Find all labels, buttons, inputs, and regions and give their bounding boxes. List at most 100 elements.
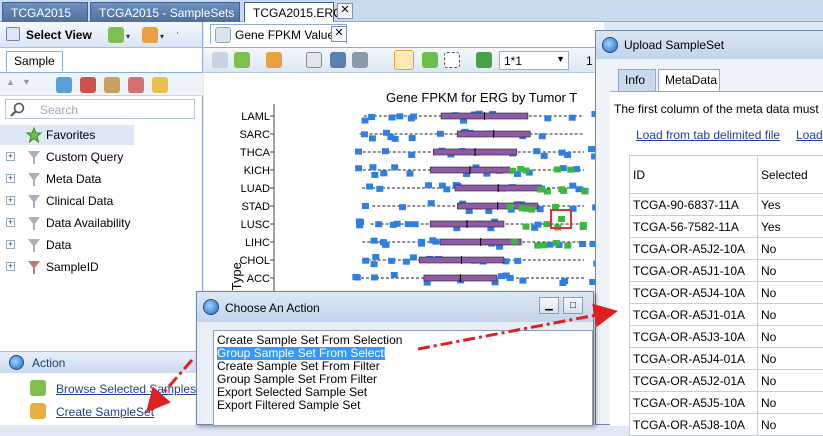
excel-icon[interactable]	[234, 52, 250, 68]
chevron-down-icon: ▼	[556, 54, 565, 64]
pan-tool-icon[interactable]	[422, 52, 438, 68]
select-view-label[interactable]: Select View	[26, 28, 92, 42]
selected-point	[528, 207, 535, 213]
tab-metadata[interactable]: MetaData	[658, 69, 720, 91]
column-header-id[interactable]: ID	[630, 156, 758, 194]
tree-item-favorites[interactable]: Favorites	[0, 125, 134, 145]
data-point	[406, 171, 413, 177]
tab-info[interactable]: Info	[618, 69, 656, 91]
doc-tab-erg[interactable]: TCGA2015.ERG	[244, 2, 334, 22]
metadata-table: ID Selected TCGA-90-6837-11AYes TCGA-56-…	[629, 155, 823, 436]
expand-icon[interactable]: +	[6, 218, 15, 227]
select-view-icon[interactable]	[6, 27, 20, 41]
star-icon	[26, 127, 42, 143]
selected-point	[580, 224, 587, 230]
print-icon[interactable]	[352, 52, 368, 68]
dropdown-arrow-icon[interactable]: ▾	[160, 32, 166, 38]
browse-selected-samples-link[interactable]: Browse Selected Samples	[56, 382, 196, 396]
tree-item-meta-data[interactable]: + Meta Data	[0, 169, 203, 189]
tree-item-data-availability[interactable]: + Data Availability	[0, 213, 203, 233]
zoom-tool-icon[interactable]	[444, 52, 460, 68]
table-row[interactable]: TCGA-OR-A5J5-10ANo	[630, 392, 823, 414]
refresh-icon[interactable]	[476, 52, 492, 68]
action-option[interactable]: Export Filtered Sample Set	[217, 399, 364, 412]
tree-item-custom-query[interactable]: + Custom Query	[0, 147, 203, 167]
close-tab-icon[interactable]: ✕	[331, 26, 347, 42]
table-row[interactable]: TCGA-OR-A5J3-10ANo	[630, 326, 823, 348]
tab-sample[interactable]: Sample	[6, 51, 63, 71]
doc-tab-label: TCGA2015 - SampleSets	[99, 6, 234, 20]
data-point	[355, 165, 362, 171]
tree-item-data[interactable]: + Data	[0, 235, 203, 255]
data-point	[418, 241, 425, 247]
table-row[interactable]: TCGA-OR-A5J2-10ANo	[630, 238, 823, 260]
zoom-select[interactable]: 1*1▼	[499, 51, 569, 70]
search-icon	[10, 102, 26, 118]
action-section-header[interactable]: Action	[0, 351, 203, 373]
data-point	[437, 131, 444, 137]
create-sampleset-link[interactable]: Create SampleSet	[56, 405, 154, 419]
dropdown-arrow-icon[interactable]: ▾	[126, 32, 132, 38]
table-row[interactable]: TCGA-OR-A5J1-10ANo	[630, 260, 823, 282]
maximize-button[interactable]: □	[563, 297, 583, 314]
tree-item-label: Data Availability	[46, 216, 131, 230]
action-list[interactable]: Create Sample Set From Selection Group S…	[213, 330, 593, 426]
export-icon[interactable]	[104, 77, 120, 93]
choose-action-dialog: Choose An Action ▁ □ Create Sample Set F…	[196, 291, 594, 425]
data-point	[371, 274, 378, 280]
expand-icon[interactable]: +	[6, 240, 15, 249]
expand-icon[interactable]: +	[6, 196, 15, 205]
data-point	[531, 225, 538, 231]
cell-selected: No	[758, 392, 823, 414]
tree-item-label: Meta Data	[46, 172, 101, 186]
search-input[interactable]: Search	[5, 99, 195, 119]
selected-point	[511, 239, 518, 245]
copy-icon[interactable]	[306, 52, 322, 68]
table-row[interactable]: TCGA-OR-A5J1-01ANo	[630, 304, 823, 326]
table-row[interactable]: TCGA-OR-A5J4-01ANo	[630, 348, 823, 370]
move-up-icon[interactable]: ▲	[6, 77, 22, 93]
settings-icon[interactable]	[212, 52, 228, 68]
data-point	[380, 170, 387, 176]
export-icon[interactable]	[266, 52, 282, 68]
data-point	[498, 273, 505, 279]
expand-icon[interactable]: +	[6, 174, 15, 183]
tree-item-clinical-data[interactable]: + Clinical Data	[0, 191, 203, 211]
pointer-tool-icon[interactable]	[394, 50, 414, 70]
move-down-icon[interactable]: ▼	[22, 77, 38, 93]
upload-dialog-titlebar[interactable]: Upload SampleSet	[596, 31, 823, 59]
tree-item-label: SampleID	[46, 260, 99, 274]
sample-toolbar: ▲ ▼	[0, 72, 203, 96]
load-from-file-link[interactable]: Load from tab delimited file	[636, 128, 780, 142]
table-row[interactable]: TCGA-90-6837-11AYes	[630, 194, 823, 216]
data-point	[388, 258, 395, 264]
save-icon[interactable]	[330, 52, 346, 68]
table-icon[interactable]	[128, 77, 144, 93]
remove-icon[interactable]	[142, 27, 158, 43]
expand-icon[interactable]: +	[6, 262, 15, 271]
table-row[interactable]: TCGA-OR-A5J2-01ANo	[630, 370, 823, 392]
minimize-button[interactable]: ▁	[539, 297, 559, 314]
delete-icon[interactable]	[80, 77, 96, 93]
table-row[interactable]: TCGA-OR-A5J4-10ANo	[630, 282, 823, 304]
selected-point	[507, 204, 514, 210]
pin-icon[interactable]: ᐧ	[176, 27, 192, 43]
close-tab-icon[interactable]: ✕	[337, 3, 353, 19]
column-header-selected[interactable]: Selected	[758, 156, 823, 194]
tree-item-sampleid[interactable]: + SampleID	[0, 257, 203, 277]
data-point	[355, 149, 362, 155]
highlighted-point	[558, 216, 565, 222]
data-point	[362, 203, 369, 209]
load-link[interactable]: Load	[796, 128, 823, 142]
add-icon[interactable]	[108, 27, 124, 43]
tab-gene-fpkm-values[interactable]: Gene FPKM Values	[210, 24, 347, 44]
doc-tab-samplesets[interactable]: TCGA2015 - SampleSets	[90, 2, 240, 22]
doc-tab-tcga2015[interactable]: TCGA2015	[2, 2, 88, 22]
refresh-icon[interactable]	[56, 77, 72, 93]
folder-icon[interactable]	[152, 77, 168, 93]
selected-point	[544, 189, 551, 195]
cell-id: TCGA-OR-A5J3-10A	[630, 326, 758, 348]
table-row[interactable]: TCGA-56-7582-11AYes	[630, 216, 823, 238]
choose-dialog-titlebar[interactable]: Choose An Action ▁ □	[197, 292, 593, 322]
expand-icon[interactable]: +	[6, 152, 15, 161]
